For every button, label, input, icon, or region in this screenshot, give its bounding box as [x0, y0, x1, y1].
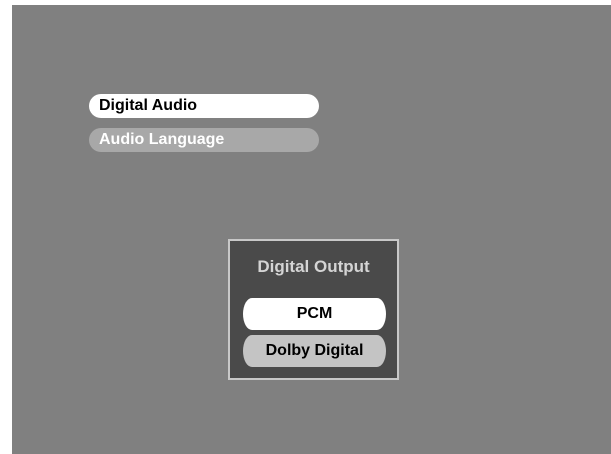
digital-output-dialog: Digital Output PCM Dolby Digital	[228, 239, 399, 380]
menu-item-audio-language[interactable]: Audio Language	[89, 128, 319, 152]
option-dolby-digital[interactable]: Dolby Digital	[243, 335, 386, 367]
tv-menu-screen: Digital Audio Audio Language Digital Out…	[12, 5, 611, 454]
option-pcm[interactable]: PCM	[243, 298, 386, 330]
menu-item-digital-audio[interactable]: Digital Audio	[89, 94, 319, 118]
dialog-title: Digital Output	[257, 257, 370, 276]
